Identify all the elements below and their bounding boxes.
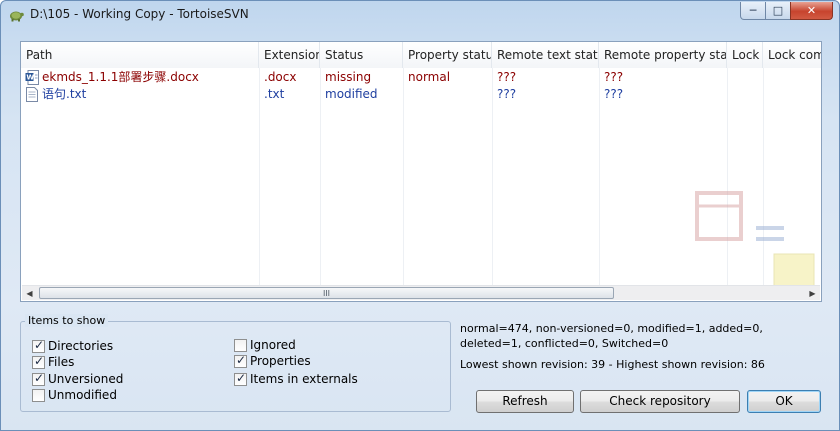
close-button[interactable]: ✕ (790, 2, 833, 20)
checkbox-unmodified[interactable]: Unmodified (32, 387, 117, 403)
ok-button[interactable]: OK (747, 390, 821, 413)
status-summary: normal=474, non-versioned=0, modified=1,… (460, 322, 763, 350)
remote-property-status-cell: ??? (604, 87, 624, 101)
check-repository-button[interactable]: Check repository (580, 390, 740, 413)
checkbox-ignored[interactable]: Ignored (234, 337, 296, 353)
checkmark-icon: ✓ (34, 370, 45, 385)
column-header-remote-text-status[interactable]: Remote text status (492, 42, 599, 68)
checkbox-unversioned[interactable]: ✓ Unversioned (32, 371, 123, 387)
remote-property-status-cell: ??? (604, 70, 624, 84)
path-cell: W ekmds_1.1.1部署步骤.docx (21, 69, 259, 86)
table-row[interactable]: 语句.txt .txt modified ??? ??? (21, 86, 821, 103)
scroll-left-icon[interactable]: ◀ (22, 286, 37, 301)
column-header-lock-comment[interactable]: Lock comm (763, 42, 821, 68)
maximize-icon: □ (772, 4, 784, 17)
checkbox-directories[interactable]: ✓ Directories (32, 338, 113, 354)
svg-text:W: W (26, 74, 34, 82)
scroll-thumb[interactable]: III (39, 287, 614, 299)
checkbox-box[interactable]: ✓ (32, 370, 45, 386)
scroll-right-icon[interactable]: ▶ (805, 286, 820, 301)
grip-icon: III (322, 288, 331, 298)
file-status-list[interactable]: Path Extension Status Property status Re… (20, 41, 822, 302)
checkbox-box[interactable] (32, 388, 45, 402)
text-file-icon (26, 87, 38, 102)
checkmark-icon: ✓ (34, 337, 45, 352)
column-header-remote-property-status[interactable]: Remote property status (599, 42, 727, 68)
checkmark-icon: ✓ (236, 352, 247, 367)
column-header-lock[interactable]: Lock (727, 42, 763, 68)
maximize-button[interactable]: □ (765, 2, 791, 20)
checkbox-label: Directories (48, 339, 114, 353)
checkbox-properties[interactable]: ✓ Properties (234, 353, 311, 369)
table-row[interactable]: W ekmds_1.1.1部署步骤.docx .docx missing nor… (21, 69, 821, 86)
column-header-status[interactable]: Status (320, 42, 403, 68)
status-cell: missing (325, 70, 372, 84)
checkmark-icon: ✓ (236, 370, 247, 385)
status-window: D:\105 - Working Copy - TortoiseSVN ─ □ … (0, 0, 840, 431)
caption-buttons: ─ □ ✕ (740, 2, 833, 20)
word-document-icon: W (25, 70, 39, 85)
column-header-property-status[interactable]: Property status (403, 42, 492, 68)
path-cell: 语句.txt (21, 86, 259, 103)
checkmark-icon: ✓ (34, 353, 45, 368)
minimize-button[interactable]: ─ (740, 2, 766, 20)
property-status-cell (403, 86, 492, 103)
window-title: D:\105 - Working Copy - TortoiseSVN (30, 7, 249, 21)
remote-text-status-cell: ??? (497, 87, 517, 101)
checkbox-label: Ignored (250, 338, 296, 352)
checkbox-files[interactable]: ✓ Files (32, 354, 74, 370)
checkbox-box[interactable]: ✓ (234, 352, 247, 368)
tortoisesvn-icon (10, 11, 24, 22)
list-header: Path Extension Status Property status Re… (21, 42, 821, 68)
checkbox-label: Properties (250, 354, 311, 368)
title-bar[interactable]: D:\105 - Working Copy - TortoiseSVN ─ □ … (1, 1, 839, 29)
checkbox-box[interactable]: ✓ (32, 353, 45, 369)
file-name: ekmds_1.1.1部署步骤.docx (42, 70, 199, 84)
remote-text-status-cell: ??? (497, 70, 517, 84)
list-body: W ekmds_1.1.1部署步骤.docx .docx missing nor… (21, 68, 821, 286)
column-header-path[interactable]: Path (21, 42, 259, 68)
checkbox-box[interactable] (234, 338, 247, 352)
revision-range: Lowest shown revision: 39 - Highest show… (460, 358, 765, 371)
checkbox-label: Unmodified (48, 388, 117, 402)
status-cell: modified (325, 87, 378, 101)
minimize-icon: ─ (749, 4, 757, 17)
items-to-show-title: Items to show (25, 314, 109, 327)
checkbox-box[interactable]: ✓ (234, 370, 247, 386)
refresh-button[interactable]: Refresh (476, 390, 574, 413)
checkbox-box[interactable]: ✓ (32, 337, 45, 353)
checkbox-items-in-externals[interactable]: ✓ Items in externals (234, 371, 358, 387)
extension-cell: .docx (264, 70, 297, 84)
column-header-extension[interactable]: Extension (259, 42, 320, 68)
checkbox-label: Files (48, 355, 75, 369)
checkbox-label: Unversioned (48, 372, 124, 386)
file-name: 语句.txt (42, 87, 87, 101)
extension-cell: .txt (264, 87, 285, 101)
property-status-cell: normal (408, 70, 451, 84)
watermark-graphic (695, 191, 815, 286)
horizontal-scrollbar[interactable]: ◀ III ▶ (22, 285, 820, 300)
close-icon: ✕ (806, 4, 817, 17)
checkbox-label: Items in externals (250, 372, 358, 386)
